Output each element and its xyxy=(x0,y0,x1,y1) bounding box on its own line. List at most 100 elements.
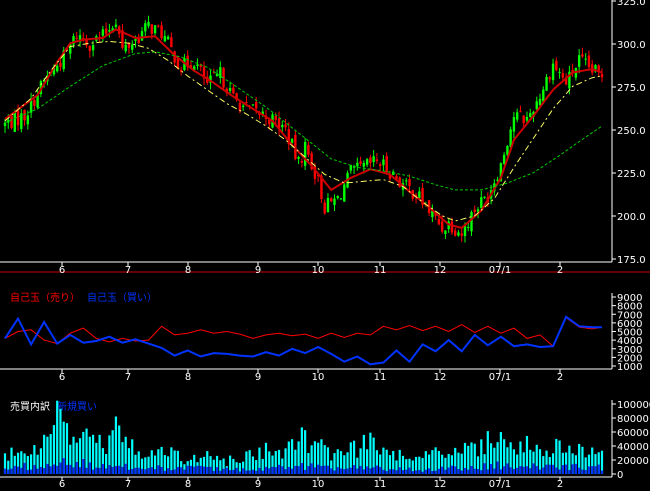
new-buy-bar xyxy=(101,463,104,474)
new-buy-bar xyxy=(245,470,248,474)
new-buy-bar xyxy=(326,465,330,474)
candle-body xyxy=(343,184,346,202)
new-buy-bar xyxy=(7,469,10,474)
new-buy-bar xyxy=(186,465,189,474)
candle-body xyxy=(85,40,88,46)
volume-bar xyxy=(434,447,437,474)
new-buy-bar xyxy=(26,469,29,474)
x-tick-label: 11 xyxy=(374,265,387,276)
y-tick-label: 0 xyxy=(617,470,623,481)
new-buy-bar xyxy=(578,467,581,474)
new-buy-bar xyxy=(401,470,405,474)
candle-body xyxy=(300,160,304,163)
new-buy-bar xyxy=(352,465,356,474)
new-buy-bar xyxy=(46,463,49,474)
candle-body xyxy=(196,64,199,66)
x-tick-label: 8 xyxy=(185,265,191,276)
candle-body xyxy=(587,55,591,68)
candle-body xyxy=(450,221,454,233)
candle-body xyxy=(362,162,366,167)
y-tick-label: 300.0 xyxy=(617,40,646,51)
new-buy-bar xyxy=(20,467,23,474)
volume-bar xyxy=(385,449,388,474)
volume-bar xyxy=(486,431,489,474)
new-buy-bar xyxy=(65,464,69,474)
candle-body xyxy=(542,89,545,102)
candle-body xyxy=(440,221,444,232)
new-buy-bar xyxy=(108,465,111,474)
candle-body xyxy=(382,159,385,166)
new-buy-bar xyxy=(467,469,470,474)
candle-body xyxy=(339,198,343,200)
new-buy-bar xyxy=(193,466,196,474)
new-buy-bar xyxy=(261,470,264,474)
new-buy-bar xyxy=(232,469,235,474)
candle-body xyxy=(16,110,20,126)
new-buy-bar xyxy=(258,467,261,474)
new-buy-bar xyxy=(91,469,95,474)
new-buy-bar xyxy=(160,466,163,474)
candle-body xyxy=(157,25,160,27)
candle-body xyxy=(470,212,473,232)
candle-body xyxy=(512,117,516,132)
x-tick-label: 10 xyxy=(312,479,325,490)
new-buy-bar xyxy=(264,466,268,474)
new-buy-bar xyxy=(300,463,303,474)
volume-bar xyxy=(362,434,365,474)
volume-bar xyxy=(480,439,483,474)
new-buy-bar xyxy=(460,470,463,474)
new-buy-bar xyxy=(408,467,411,474)
candle-body xyxy=(13,112,16,132)
candle-body xyxy=(581,54,584,57)
candle-body xyxy=(131,44,134,50)
new-buy-bar xyxy=(147,468,150,474)
new-buy-bar xyxy=(551,464,555,474)
new-buy-bar xyxy=(447,467,450,474)
x-tick-label: 07/1 xyxy=(489,265,511,276)
candle-body xyxy=(160,25,163,39)
new-buy-bar xyxy=(581,469,584,474)
new-buy-bar xyxy=(346,468,349,474)
candle-body xyxy=(600,73,604,78)
new-buy-bar xyxy=(320,465,323,474)
new-buy-bar xyxy=(395,470,398,474)
candle-body xyxy=(251,104,255,106)
y-tick-label: 60000 xyxy=(617,428,649,439)
volume-bar xyxy=(131,439,134,474)
new-buy-bar xyxy=(434,470,437,474)
new-buy-bar xyxy=(209,466,212,474)
candle-body xyxy=(444,230,447,234)
new-buy-bar xyxy=(512,468,516,474)
candle-body xyxy=(584,58,587,60)
new-buy-bar xyxy=(140,468,144,474)
x-tick-label: 9 xyxy=(255,265,261,276)
y-tick-label: 200.0 xyxy=(617,212,646,223)
new-buy-bar xyxy=(542,467,545,474)
new-buy-bar xyxy=(144,469,147,474)
new-buy-bar xyxy=(287,466,290,474)
candle-body xyxy=(519,111,522,113)
x-tick-label: 8 xyxy=(185,479,191,490)
candle-body xyxy=(551,63,555,81)
new-buy-bar xyxy=(519,466,522,474)
new-buy-bar xyxy=(121,466,124,474)
new-buy-bar xyxy=(82,458,85,474)
new-buy-bar xyxy=(242,468,245,474)
new-buy-bar xyxy=(476,468,480,474)
new-buy-bar xyxy=(176,466,180,474)
new-buy-bar xyxy=(382,469,385,474)
new-buy-bar xyxy=(228,470,232,474)
y-tick-label: 100000 xyxy=(617,400,650,411)
new-buy-bar xyxy=(310,463,313,474)
new-buy-bar xyxy=(196,465,199,474)
candle-body xyxy=(437,218,441,225)
candle-body xyxy=(297,157,300,159)
x-tick-label: 12 xyxy=(434,372,447,383)
new-buy-bar xyxy=(98,467,101,474)
volume-bar xyxy=(304,430,307,474)
x-tick-label: 2 xyxy=(557,479,563,490)
candle-body xyxy=(558,71,561,73)
new-buy-bar xyxy=(444,469,447,474)
candle-body xyxy=(365,159,369,165)
candle-body xyxy=(104,28,108,34)
